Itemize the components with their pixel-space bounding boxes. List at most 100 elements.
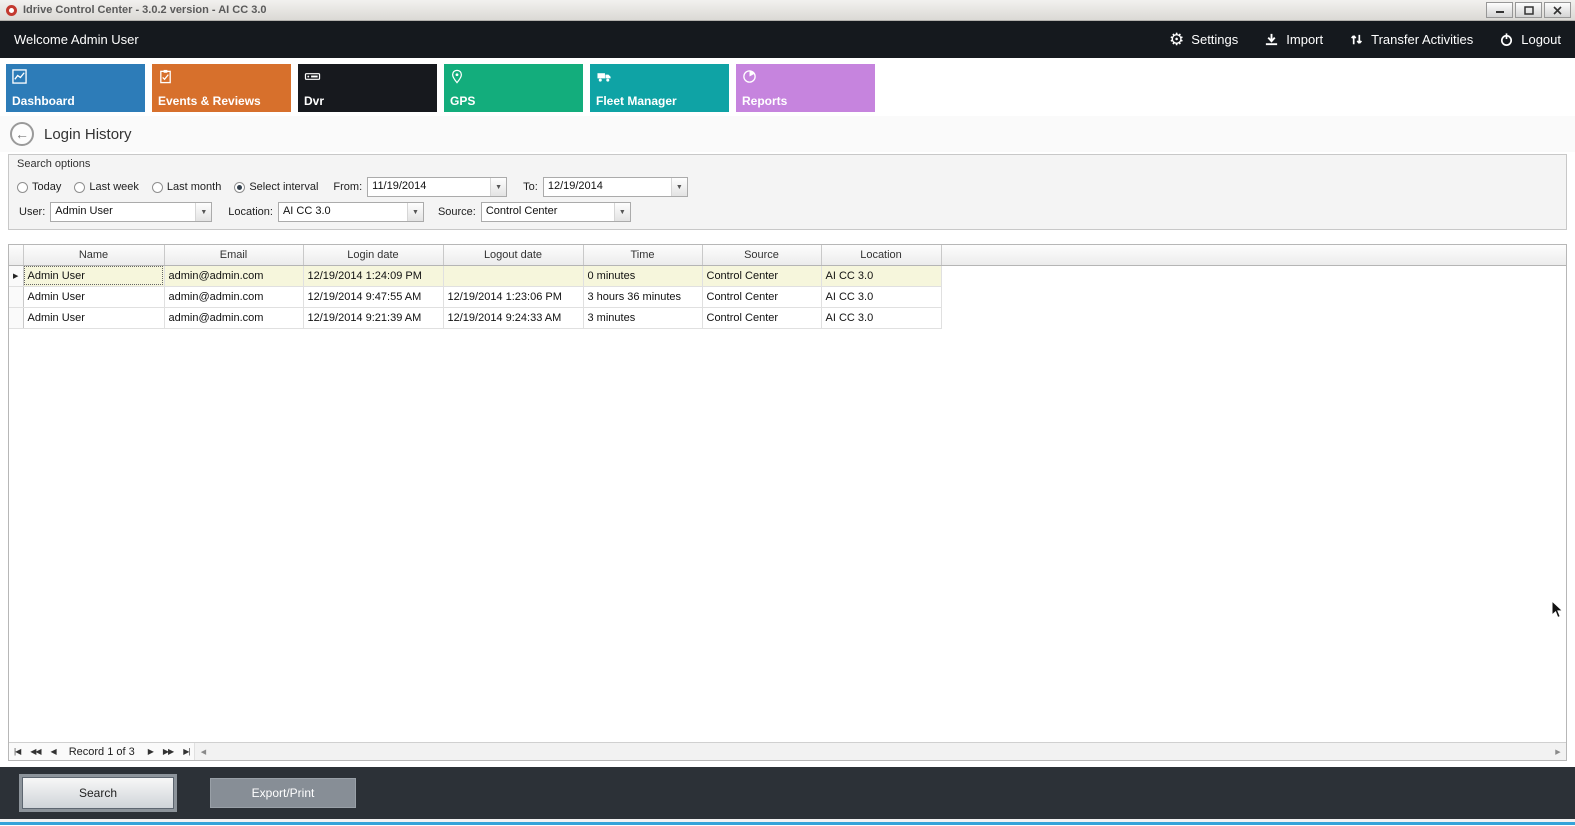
grid-cell[interactable]: Control Center — [702, 265, 821, 286]
radio-today-label: Today — [32, 181, 61, 193]
last-record-button[interactable]: ▶| — [178, 747, 194, 756]
tile-dashboard[interactable]: Dashboard — [6, 64, 145, 112]
next-page-button[interactable]: ▶▶ — [158, 747, 178, 756]
location-label: Location: — [228, 206, 273, 218]
first-record-button[interactable]: |◀ — [9, 747, 25, 756]
column-header-login-date[interactable]: Login date — [303, 245, 443, 265]
source-combo[interactable]: Control Center ▼ — [481, 202, 631, 222]
search-options-panel: Search options Today Last week Last mont… — [8, 154, 1567, 230]
radio-select-interval-label: Select interval — [249, 181, 318, 193]
close-icon — [1553, 6, 1562, 15]
record-navigator: |◀ ◀◀ ◀ Record 1 of 3 ▶ ▶▶ ▶| ◀ ▶ — [9, 742, 1566, 760]
user-combo[interactable]: Admin User ▼ — [50, 202, 212, 222]
power-icon — [1499, 32, 1514, 47]
maximize-button[interactable] — [1515, 2, 1542, 18]
tile-events-reviews[interactable]: Events & Reviews — [152, 64, 291, 112]
chevron-down-icon[interactable]: ▼ — [614, 203, 630, 221]
grid-cell[interactable]: 0 minutes — [583, 265, 702, 286]
tile-fleet-manager[interactable]: Fleet Manager — [590, 64, 729, 112]
scrollbar-track[interactable] — [211, 743, 1550, 760]
grid-cell[interactable]: AI CC 3.0 — [821, 265, 941, 286]
tile-reports[interactable]: Reports — [736, 64, 875, 112]
grid-cell[interactable]: 3 hours 36 minutes — [583, 286, 702, 307]
login-history-grid: Name Email Login date Logout date Time S… — [8, 244, 1567, 761]
grid-cell[interactable]: Control Center — [702, 307, 821, 328]
scroll-right-icon[interactable]: ▶ — [1550, 748, 1566, 756]
header-actions: ⚙ Settings Import Transfer Activities Lo… — [1169, 31, 1561, 48]
search-button[interactable]: Search — [22, 777, 174, 809]
prev-page-button[interactable]: ◀◀ — [25, 747, 45, 756]
grid-cell[interactable]: Admin User — [23, 286, 164, 307]
column-header-source[interactable]: Source — [702, 245, 821, 265]
to-label: To: — [523, 181, 538, 193]
grid-scroll-region: Name Email Login date Logout date Time S… — [9, 245, 1566, 742]
export-print-button[interactable]: Export/Print — [210, 778, 356, 808]
column-header-logout-date[interactable]: Logout date — [443, 245, 583, 265]
transfer-activities-button[interactable]: Transfer Activities — [1349, 32, 1473, 47]
import-button[interactable]: Import — [1264, 32, 1323, 47]
footer-bar: Search Export/Print — [0, 767, 1575, 819]
grid-cell[interactable]: AI CC 3.0 — [821, 307, 941, 328]
column-header-time[interactable]: Time — [583, 245, 702, 265]
grid-cell[interactable] — [443, 265, 583, 286]
radio-last-month[interactable]: Last month — [152, 181, 221, 193]
grid-cell[interactable]: 12/19/2014 1:23:06 PM — [443, 286, 583, 307]
chevron-down-icon[interactable]: ▼ — [195, 203, 211, 221]
location-combo[interactable]: AI CC 3.0 ▼ — [278, 202, 424, 222]
grid-cell[interactable]: 3 minutes — [583, 307, 702, 328]
maximize-icon — [1524, 6, 1534, 15]
column-header-filler — [941, 245, 1566, 265]
map-pin-icon — [450, 69, 464, 84]
chevron-down-icon[interactable]: ▼ — [671, 178, 687, 196]
scroll-left-icon[interactable]: ◀ — [195, 748, 211, 756]
settings-button[interactable]: ⚙ Settings — [1169, 31, 1238, 48]
logout-button[interactable]: Logout — [1499, 32, 1561, 47]
next-record-button[interactable]: ▶ — [143, 747, 158, 756]
tile-gps[interactable]: GPS — [444, 64, 583, 112]
back-button[interactable]: ← — [10, 122, 34, 146]
window-titlebar: Idrive Control Center - 3.0.2 version - … — [0, 0, 1575, 21]
radio-last-month-dot — [152, 182, 163, 193]
tile-fleet-manager-label: Fleet Manager — [596, 94, 677, 108]
transfer-activities-label: Transfer Activities — [1371, 32, 1473, 47]
row-filler — [941, 307, 1566, 328]
grid-cell[interactable]: 12/19/2014 9:21:39 AM — [303, 307, 443, 328]
filters-row: User: Admin User ▼ Location: AI CC 3.0 ▼… — [17, 201, 1558, 223]
radio-select-interval[interactable]: Select interval — [234, 181, 318, 193]
grid-header-row: Name Email Login date Logout date Time S… — [9, 245, 1566, 265]
to-date-combo[interactable]: 12/19/2014 ▼ — [543, 177, 688, 197]
column-header-location[interactable]: Location — [821, 245, 941, 265]
grid-cell[interactable]: 12/19/2014 9:47:55 AM — [303, 286, 443, 307]
column-header-name[interactable]: Name — [23, 245, 164, 265]
grid-cell[interactable]: AI CC 3.0 — [821, 286, 941, 307]
search-button-label: Search — [79, 786, 117, 800]
record-count-text: Record 1 of 3 — [61, 746, 143, 758]
table-row[interactable]: Admin Useradmin@admin.com12/19/2014 9:21… — [9, 307, 1566, 328]
grid-cell[interactable]: Admin User — [23, 307, 164, 328]
chevron-down-icon[interactable]: ▼ — [407, 203, 423, 221]
tile-dvr[interactable]: Dvr — [298, 64, 437, 112]
app-logo-icon — [6, 5, 17, 16]
radio-today[interactable]: Today — [17, 181, 61, 193]
grid-cell[interactable]: Control Center — [702, 286, 821, 307]
grid-cell[interactable]: 12/19/2014 1:24:09 PM — [303, 265, 443, 286]
radio-select-interval-dot — [234, 182, 245, 193]
horizontal-scrollbar[interactable]: ◀ ▶ — [194, 743, 1566, 760]
grid-cell[interactable]: admin@admin.com — [164, 307, 303, 328]
tile-dvr-label: Dvr — [304, 94, 324, 108]
table-row[interactable]: Admin Useradmin@admin.com12/19/2014 9:47… — [9, 286, 1566, 307]
minimize-button[interactable] — [1486, 2, 1513, 18]
row-indicator — [9, 307, 23, 328]
close-button[interactable] — [1544, 2, 1571, 18]
grid-cell[interactable]: 12/19/2014 9:24:33 AM — [443, 307, 583, 328]
tile-reports-label: Reports — [742, 94, 787, 108]
grid-cell[interactable]: admin@admin.com — [164, 286, 303, 307]
grid-cell[interactable]: Admin User — [23, 265, 164, 286]
chevron-down-icon[interactable]: ▼ — [490, 178, 506, 196]
from-date-combo[interactable]: 11/19/2014 ▼ — [367, 177, 507, 197]
grid-cell[interactable]: admin@admin.com — [164, 265, 303, 286]
prev-record-button[interactable]: ◀ — [46, 747, 61, 756]
column-header-email[interactable]: Email — [164, 245, 303, 265]
table-row[interactable]: ▶Admin Useradmin@admin.com12/19/2014 1:2… — [9, 265, 1566, 286]
radio-last-week[interactable]: Last week — [74, 181, 139, 193]
